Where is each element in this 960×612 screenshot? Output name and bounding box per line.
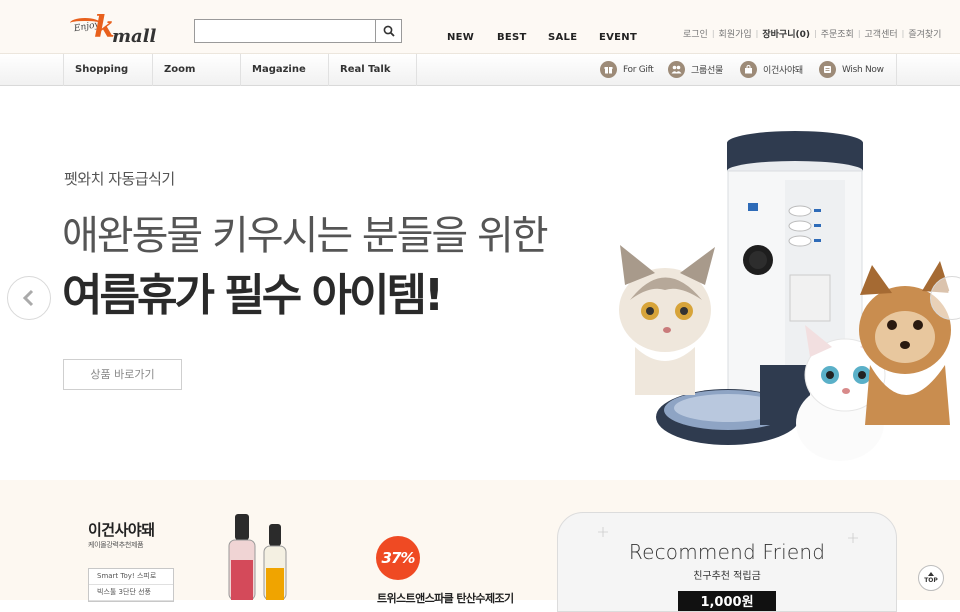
order-lookup-link[interactable]: 주문조회 [821, 27, 854, 40]
nav-best[interactable]: BEST [497, 32, 527, 43]
hero-headline-1: 애완동물 키우시는 분들을 위한 [62, 213, 549, 259]
tab-real-talk[interactable]: Real Talk [328, 54, 417, 86]
quick-link-label: Wish Now [842, 64, 884, 75]
search-input[interactable] [195, 20, 375, 42]
login-link[interactable]: 로그인 [683, 27, 708, 40]
tab-shopping[interactable]: Shopping [63, 54, 152, 86]
hero-banner: 펫와치 자동급식기 애완동물 키우시는 분들을 위한 여름휴가 필수 아이템! … [0, 87, 960, 480]
wish-icon [819, 61, 836, 78]
arrow-up-icon [928, 572, 934, 576]
quick-group-gift[interactable]: 그룹선물 [668, 61, 723, 78]
quick-wish-now[interactable]: Wish Now [819, 61, 884, 78]
promo-section: 이건사야돼 케이몰강력추천제품 Smart Toy! 스피로 빅스툴 3단단 선… [0, 480, 960, 612]
quick-link-label: 그룹선물 [691, 66, 723, 76]
hero-subtitle: 펫와치 자동급식기 [64, 170, 175, 188]
top-header: Enjoy k mall NEW BEST SALE EVENT 로그인 | 회… [0, 0, 960, 54]
chevron-right-icon [947, 289, 959, 307]
divider [896, 54, 897, 86]
nav-sale[interactable]: SALE [548, 32, 577, 43]
divider: | [813, 29, 817, 38]
promo-list-item[interactable]: 빅스툴 3단단 선풍 [89, 585, 173, 601]
quick-link-label: For Gift [623, 64, 654, 75]
bookmark-link[interactable]: 즐겨찾기 [908, 27, 941, 40]
search-button[interactable] [375, 20, 401, 42]
tab-magazine[interactable]: Magazine [240, 54, 328, 86]
recommend-title: Recommend Friend [628, 540, 826, 564]
search-icon [383, 25, 395, 37]
product-image[interactable] [225, 510, 315, 600]
nav-event[interactable]: EVENT [599, 32, 637, 43]
sparkle-icon [598, 527, 608, 537]
promo-title: 이건사야돼 [88, 521, 155, 539]
scroll-to-top-button[interactable]: TOP [918, 565, 944, 591]
go-to-product-button[interactable]: 상품 바로가기 [63, 359, 182, 390]
nav-new[interactable]: NEW [447, 32, 474, 43]
group-icon [668, 61, 685, 78]
discount-badge: 37% [376, 536, 420, 580]
pet-feeder-illustration [619, 131, 951, 461]
utility-nav: 로그인 | 회원가입 | 장바구니(0) | 주문조회 | 고객센터 | 즐겨찾… [683, 27, 941, 40]
cart-link[interactable]: 장바구니(0) [762, 27, 810, 40]
logo-mall-text: mall [112, 26, 157, 47]
customer-center-link[interactable]: 고객센터 [865, 27, 898, 40]
category-bar: Shopping Zoom Magazine Real Talk For Gif… [0, 54, 960, 86]
gift-icon [600, 61, 617, 78]
quick-must-buy[interactable]: 이건사야돼 [740, 61, 803, 78]
quick-link-label: 이건사야돼 [763, 66, 803, 76]
reward-amount: 1,000원 [678, 591, 776, 611]
promo-description: 케이몰강력추천제품 [88, 541, 144, 549]
tab-zoom[interactable]: Zoom [152, 54, 240, 86]
divider: | [711, 29, 715, 38]
divider: | [857, 29, 861, 38]
product-name[interactable]: 트위스트앤스파클 탄산수제조기 [377, 590, 514, 606]
bag-icon [740, 61, 757, 78]
recommend-subtitle: 친구추천 적립금 [693, 571, 761, 582]
divider: | [755, 29, 759, 38]
promo-list-item[interactable]: Smart Toy! 스피로 [89, 569, 173, 585]
kmall-logo[interactable]: Enjoy k mall [70, 10, 162, 48]
recommend-friend-card[interactable]: Recommend Friend 친구추천 적립금 1,000원 [557, 512, 897, 612]
signup-link[interactable]: 회원가입 [719, 27, 752, 40]
search-box [194, 19, 402, 43]
quick-for-gift[interactable]: For Gift [600, 61, 654, 78]
top-label: TOP [924, 577, 938, 584]
promo-list: Smart Toy! 스피로 빅스툴 3단단 선풍 [88, 568, 174, 602]
prev-slide-button[interactable] [7, 276, 51, 320]
chevron-left-icon [22, 289, 34, 307]
hero-headline-2: 여름휴가 필수 아이템! [62, 270, 444, 321]
divider: | [901, 29, 905, 38]
